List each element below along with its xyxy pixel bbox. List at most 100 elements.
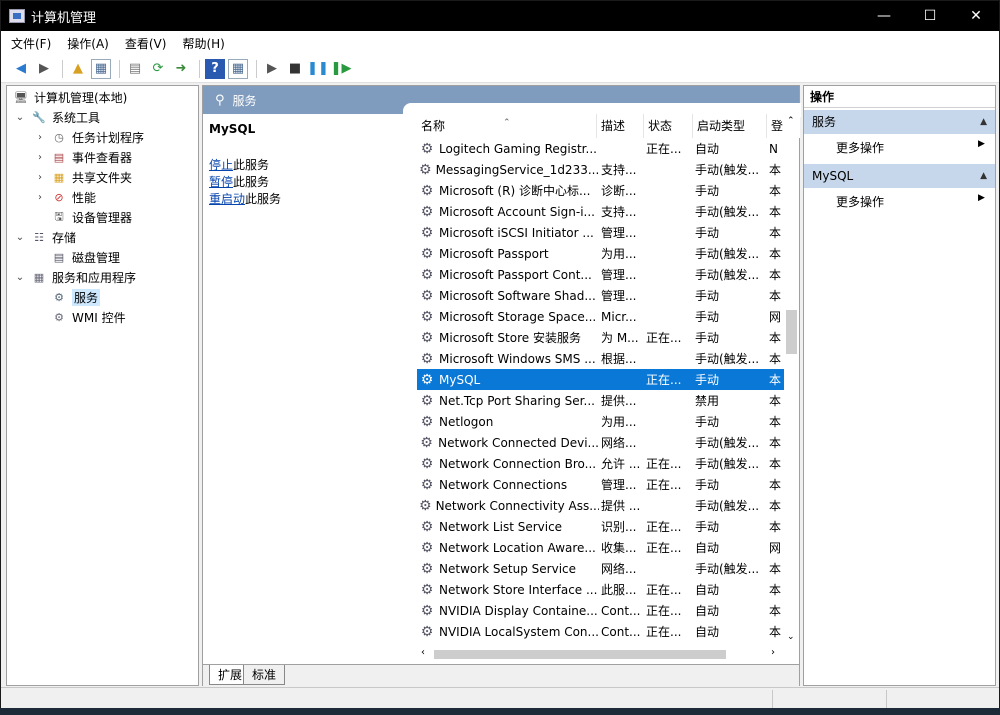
service-row[interactable]: ⚙ Network Connected Devi... 网络... 手动(触发... 本 [417, 432, 787, 453]
menu-help[interactable]: 帮助(H) [182, 35, 224, 52]
service-gear-icon: ⚙ [420, 539, 434, 556]
menu-action[interactable]: 操作(A) [67, 35, 109, 52]
close-button[interactable]: ✕ [953, 1, 999, 31]
service-row[interactable]: ⚙ Network Connections 管理... 正在... 手动 本 [417, 474, 787, 495]
service-row[interactable]: ⚙ NVIDIA Display Containe... Cont... 正在... 自… [417, 600, 787, 621]
service-description-cell: 为用... [601, 415, 637, 429]
chevron-down-icon[interactable]: ⌄ [13, 272, 27, 283]
service-row[interactable]: ⚙ Network Store Interface ... 此服... 正在... 自动… [417, 579, 787, 600]
restart-icon[interactable]: ❚▶ [331, 59, 352, 79]
service-name-cell: ⚙ Network Connection Bro... [420, 455, 597, 472]
up-folder-icon[interactable]: ▲ [68, 59, 88, 79]
service-row[interactable]: ⚙ Network Location Aware... 收集... 正在... 自动 网 [417, 537, 787, 558]
service-row[interactable]: ⚙ Logitech Gaming Registr... 正在... 自动 N [417, 138, 787, 159]
service-row[interactable]: ⚙ Microsoft Store 安装服务 为 M... 正在... 手动 本 [417, 327, 787, 348]
scroll-left-icon[interactable]: ‹ [421, 647, 425, 658]
properties-icon[interactable]: ▤ [125, 59, 145, 79]
back-icon[interactable]: ◀ [11, 59, 31, 79]
service-description-cell: 网络... [601, 436, 637, 450]
column-startup-type[interactable]: 启动类型 [693, 114, 767, 138]
horizontal-scrollbar[interactable]: ‹ › [417, 646, 784, 662]
tree-disk-management[interactable]: ▤ 磁盘管理 [33, 247, 120, 267]
computer-management-icon [9, 9, 25, 23]
horizontal-scroll-thumb[interactable] [434, 650, 726, 659]
tree-task-scheduler[interactable]: › ◷ 任务计划程序 [33, 127, 144, 147]
service-startup-cell: 手动(触发... [695, 436, 760, 450]
service-row[interactable]: ⚙ Network Connectivity Ass... 提供 ... 手动(触发.… [417, 495, 787, 516]
window-title: 计算机管理 [31, 10, 97, 26]
tree-root[interactable]: 🖥 计算机管理(本地) [13, 87, 127, 107]
service-gear-icon: ⚙ [420, 392, 434, 409]
chevron-down-icon[interactable]: ⌄ [13, 112, 27, 123]
service-row[interactable]: ⚙ Microsoft Account Sign-i... 支持... 手动(触发..… [417, 201, 787, 222]
actions-section-mysql[interactable]: MySQL ▲ [804, 164, 995, 188]
forward-icon[interactable]: ▶ [34, 59, 54, 79]
service-row[interactable]: ⚙ Network Connection Bro... 允许 ... 正在... 手动(… [417, 453, 787, 474]
tree-performance[interactable]: › ⊘ 性能 [33, 187, 96, 207]
more-actions-services[interactable]: 更多操作 ▶ [836, 139, 986, 156]
restart-service-link[interactable]: 重启动 [209, 192, 245, 206]
service-row[interactable]: ⚙ Network List Service 识别... 正在... 手动 本 [417, 516, 787, 537]
tree-shared-folders[interactable]: › ▦ 共享文件夹 [33, 167, 132, 187]
service-row[interactable]: ⚙ Netlogon 为用... 手动 本 [417, 411, 787, 432]
service-description-cell: 管理... [601, 478, 637, 492]
show-tree-icon[interactable]: ▦ [91, 58, 111, 79]
stop-icon[interactable]: ■ [285, 59, 305, 79]
service-description-cell: 管理... [601, 226, 637, 240]
service-row[interactable]: ⚙ NVIDIA LocalSystem Con... Cont... 正在... 自动… [417, 621, 787, 642]
performance-icon: ⊘ [54, 190, 64, 204]
minimize-button[interactable]: — [861, 1, 907, 31]
service-row[interactable]: ⚙ Microsoft Passport Cont... 管理... 手动(触发...… [417, 264, 787, 285]
tree-wmi[interactable]: ⚙ WMI 控件 [33, 307, 126, 327]
more-actions-mysql[interactable]: 更多操作 ▶ [836, 193, 986, 210]
menu-view[interactable]: 查看(V) [125, 35, 167, 52]
chevron-right-icon[interactable]: › [33, 192, 47, 203]
service-name-cell: ⚙ Network Store Interface ... [420, 581, 598, 598]
scroll-right-icon[interactable]: › [771, 647, 775, 658]
column-name[interactable]: ⌃ 名称 [417, 114, 597, 138]
tree-services-apps[interactable]: ⌄ ▦ 服务和应用程序 [13, 267, 136, 287]
service-row[interactable]: ⚙ Microsoft iSCSI Initiator ... 管理... 手动 本 [417, 222, 787, 243]
tree-device-manager[interactable]: 🖫 设备管理器 [33, 207, 132, 227]
chevron-right-icon[interactable]: › [33, 132, 47, 143]
service-description-cell: 此服... [601, 583, 637, 597]
service-name-cell: ⚙ Microsoft Passport Cont... [420, 266, 592, 283]
pause-service-link[interactable]: 暂停 [209, 175, 233, 189]
help-icon[interactable]: ? [205, 58, 225, 79]
collapse-up-icon[interactable]: ▲ [980, 164, 987, 188]
scroll-down-icon[interactable]: ⌄ [787, 632, 795, 642]
service-row[interactable]: ⚙ Microsoft Passport 为用... 手动(触发... 本 [417, 243, 787, 264]
tree-system-tools[interactable]: ⌄ 🔧 系统工具 [13, 107, 100, 127]
chevron-down-icon[interactable]: ⌄ [13, 232, 27, 243]
service-logon-cell: 本 [769, 499, 781, 513]
service-row[interactable]: ⚙ Microsoft Windows SMS ... 根据... 手动(触发... 本 [417, 348, 787, 369]
tree-storage[interactable]: ⌄ ☷ 存储 [13, 227, 76, 247]
service-row[interactable]: ⚙ MessagingService_1d233... 支持... 手动(触发... 本 [417, 159, 787, 180]
refresh-icon[interactable]: ⟳ [148, 59, 168, 79]
view-icon[interactable]: ▦ [228, 58, 248, 79]
collapse-up-icon[interactable]: ▲ [980, 110, 987, 134]
pause-icon[interactable]: ❚❚ [307, 59, 329, 79]
stop-service-link[interactable]: 停止 [209, 158, 233, 172]
tree-services[interactable]: ⚙ 服务 [33, 287, 101, 307]
service-row[interactable]: ⚙ Microsoft Storage Space... Micr... 手动 网 [417, 306, 787, 327]
start-icon[interactable]: ▶ [262, 59, 282, 79]
column-status[interactable]: 状态 [644, 114, 693, 138]
service-row[interactable]: ⚙ MySQL 正在... 手动 本 [417, 369, 787, 390]
actions-section-services[interactable]: 服务 ▲ [804, 110, 995, 134]
vertical-scroll-thumb[interactable] [786, 310, 797, 354]
chevron-right-icon[interactable]: › [33, 152, 47, 163]
service-row[interactable]: ⚙ Net.Tcp Port Sharing Ser... 提供... 禁用 本 [417, 390, 787, 411]
export-icon[interactable]: ➜ [171, 59, 191, 79]
service-row[interactable]: ⚙ Microsoft (R) 诊断中心标... 诊断... 手动 本 [417, 180, 787, 201]
vertical-scrollbar[interactable]: ⌃ ⌄ [784, 114, 799, 662]
maximize-button[interactable]: ☐ [907, 1, 953, 31]
service-row[interactable]: ⚙ Microsoft Software Shad... 管理... 手动 本 [417, 285, 787, 306]
column-description[interactable]: 描述 [597, 114, 644, 138]
tab-standard[interactable]: 标准 [243, 665, 286, 685]
menu-file[interactable]: 文件(F) [11, 35, 51, 52]
scroll-up-icon[interactable]: ⌃ [787, 116, 795, 126]
tree-event-viewer[interactable]: › ▤ 事件查看器 [33, 147, 132, 167]
chevron-right-icon[interactable]: › [33, 172, 47, 183]
service-row[interactable]: ⚙ Network Setup Service 网络... 手动(触发... 本 [417, 558, 787, 579]
